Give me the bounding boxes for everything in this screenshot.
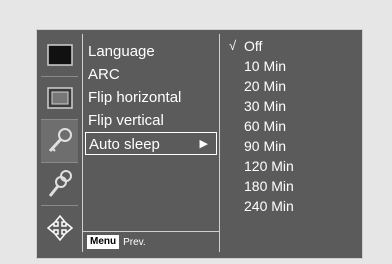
submenu-option-60-min[interactable]: 60 Min xyxy=(225,116,358,136)
submenu-option-240-min[interactable]: 240 Min xyxy=(225,196,358,216)
submenu-option-label: 180 Min xyxy=(244,178,294,194)
submenu-option-label: 90 Min xyxy=(244,138,287,154)
submenu-option-30-min[interactable]: 30 Min xyxy=(225,96,358,116)
check-icon: √ xyxy=(229,38,237,53)
category-icon-column xyxy=(41,34,78,252)
submenu-column: √ Off 10 Min 20 Min 30 Min 60 Min 90 Min… xyxy=(225,34,358,252)
submenu-option-label: 20 Min xyxy=(244,78,287,94)
submenu-option-label: 30 Min xyxy=(244,98,287,114)
menu-key-label: Menu xyxy=(87,235,120,249)
submenu-option-180-min[interactable]: 180 Min xyxy=(225,176,358,196)
category-position[interactable] xyxy=(41,206,78,249)
menu-item-flip-vertical[interactable]: Flip vertical xyxy=(83,109,219,132)
menu-item-label: Language xyxy=(88,43,155,60)
move-icon xyxy=(46,214,73,241)
screen-icon xyxy=(46,87,73,109)
menu-item-arc[interactable]: ARC xyxy=(83,63,219,86)
category-special[interactable] xyxy=(41,120,78,163)
menu-item-label: Flip vertical xyxy=(88,112,164,129)
submenu-option-label: Off xyxy=(244,38,263,54)
osd-menu-window: Language ARC Flip horizontal Flip vertic… xyxy=(36,29,363,259)
submenu-option-label: 10 Min xyxy=(244,58,287,74)
menu-item-flip-horizontal[interactable]: Flip horizontal xyxy=(83,86,219,109)
menu-item-auto-sleep[interactable]: Auto sleep ▶ xyxy=(85,132,217,155)
category-screen[interactable] xyxy=(41,77,78,120)
menu-item-label: Auto sleep xyxy=(89,136,160,153)
category-lock[interactable] xyxy=(41,163,78,206)
key-icon xyxy=(48,128,72,153)
submenu-option-120-min[interactable]: 120 Min xyxy=(225,156,358,176)
submenu-option-90-min[interactable]: 90 Min xyxy=(225,136,358,156)
submenu-option-off[interactable]: √ Off xyxy=(225,36,358,56)
submenu-option-label: 60 Min xyxy=(244,118,287,134)
picture-icon xyxy=(46,44,73,66)
submenu-option-label: 240 Min xyxy=(244,198,294,214)
category-picture[interactable] xyxy=(41,34,78,77)
menu-list: Language ARC Flip horizontal Flip vertic… xyxy=(83,38,219,155)
menu-item-label: Flip horizontal xyxy=(88,89,182,106)
arrow-right-icon: ▶ xyxy=(199,138,208,150)
menu-column: Language ARC Flip horizontal Flip vertic… xyxy=(82,34,220,252)
submenu-option-20-min[interactable]: 20 Min xyxy=(225,76,358,96)
help-bar: Menu Prev. xyxy=(83,231,219,252)
submenu-option-10-min[interactable]: 10 Min xyxy=(225,56,358,76)
menu-item-language[interactable]: Language xyxy=(83,40,219,63)
menu-item-label: ARC xyxy=(88,66,120,83)
keys-icon xyxy=(48,170,72,197)
prev-label: Prev. xyxy=(123,236,146,248)
submenu-option-label: 120 Min xyxy=(244,158,294,174)
